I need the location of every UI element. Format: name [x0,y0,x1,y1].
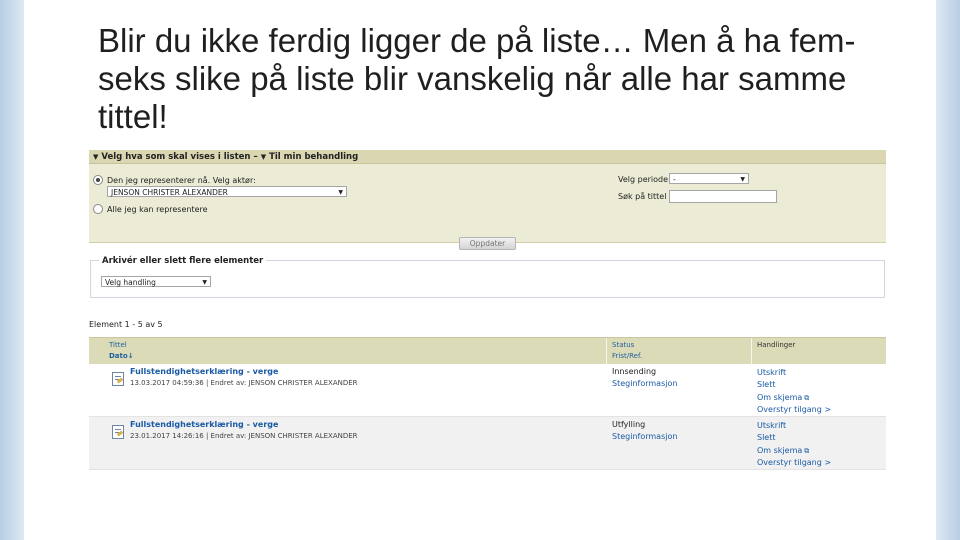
actor-select-value: JENSON CHRISTER ALEXANDER [111,188,228,197]
table-row: Fullstendighetserklæring - verge 23.01.2… [89,417,886,470]
dropdown-triangle-icon[interactable]: ▼ [261,153,266,161]
action-select[interactable]: Velg handling ▼ [101,276,211,287]
archive-panel: Arkivér eller slett flere elementer Velg… [90,256,885,298]
row-status: Innsending [612,367,657,376]
about-form-row: Om skjema ⧉ [757,392,831,404]
form-document-icon [112,372,124,386]
slide-title: Blir du ikke ferdig ligger de på liste… … [98,22,856,135]
table-row: Fullstendighetserklæring - verge 13.03.2… [89,364,886,417]
period-select[interactable]: - ▼ [669,173,749,184]
external-link-icon: ⧉ [804,393,810,402]
radio-all-label: Alle jeg kan representere [107,204,208,214]
element-count: Element 1 - 5 av 5 [89,320,163,329]
chevron-down-icon: ▼ [338,189,343,196]
row-actions: Utskrift Slett Om skjema ⧉ Overstyr tilga… [757,420,831,469]
step-info-link[interactable]: Steginformasjon [612,432,677,441]
filter-header-view[interactable]: Til min behandling [269,152,358,162]
filter-header-label: Velg hva som skal vises i listen – [101,151,258,162]
header-date[interactable]: Dato↓ [109,352,134,360]
row-meta: 13.03.2017 04:59:36 | Endret av: JENSON … [130,379,358,387]
actor-select[interactable]: JENSON CHRISTER ALEXANDER ▼ [107,186,347,197]
about-form-link[interactable]: Om skjema [757,393,802,402]
title-search-input[interactable] [669,190,777,203]
delete-link[interactable]: Slett [757,379,831,391]
override-access-link[interactable]: Overstyr tilgang > [757,457,831,469]
override-access-link[interactable]: Overstyr tilgang > [757,404,831,416]
chevron-down-icon: ▼ [202,279,207,286]
period-label: Velg periode [618,175,669,184]
radio-represent-row[interactable]: Den jeg representerer nå. Velg aktør: [93,175,256,185]
external-link-icon: ⧉ [804,446,810,455]
print-link[interactable]: Utskrift [757,420,831,432]
header-status[interactable]: Status [612,341,634,349]
about-form-row: Om skjema ⧉ [757,445,831,457]
header-deadline[interactable]: Frist/Ref. [612,352,642,360]
period-select-value: - [673,175,676,184]
row-actions: Utskrift Slett Om skjema ⧉ Overstyr tilga… [757,367,831,416]
action-select-value: Velg handling [105,278,156,287]
row-title-link[interactable]: Fullstendighetserklæring - verge [130,420,278,429]
radio-represent[interactable] [93,175,103,185]
filter-header[interactable]: ▼ Velg hva som skal vises i listen – ▼ T… [89,150,886,164]
about-form-link[interactable]: Om skjema [757,446,802,455]
header-title[interactable]: Tittel [109,341,127,349]
row-title-link[interactable]: Fullstendighetserklæring - verge [130,367,278,376]
delete-link[interactable]: Slett [757,432,831,444]
element-table: Tittel Dato↓ Status Frist/Ref. Handlinge… [89,337,886,470]
print-link[interactable]: Utskrift [757,367,831,379]
collapse-triangle-icon[interactable]: ▼ [93,153,98,161]
form-document-icon [112,425,124,439]
filter-panel: Den jeg representerer nå. Velg aktør: JE… [89,164,886,250]
inbox-screenshot: ▼ Velg hva som skal vises i listen – ▼ T… [89,150,886,470]
step-info-link[interactable]: Steginformasjon [612,379,677,388]
column-separator [751,338,752,364]
search-label: Søk på tittel [618,192,667,201]
radio-represent-label: Den jeg representerer nå. Velg aktør: [107,175,256,185]
row-status: Utfylling [612,420,646,429]
table-header: Tittel Dato↓ Status Frist/Ref. Handlinge… [89,337,886,364]
chevron-down-icon: ▼ [740,176,745,183]
radio-all[interactable] [93,204,103,214]
header-actions: Handlinger [757,341,796,349]
radio-all-row[interactable]: Alle jeg kan representere [93,204,208,214]
row-meta: 23.01.2017 14:26:16 | Endret av: JENSON … [130,432,358,440]
archive-legend: Arkivér eller slett flere elementer [99,256,267,266]
update-button[interactable]: Oppdater [459,237,516,250]
column-separator [606,338,607,364]
